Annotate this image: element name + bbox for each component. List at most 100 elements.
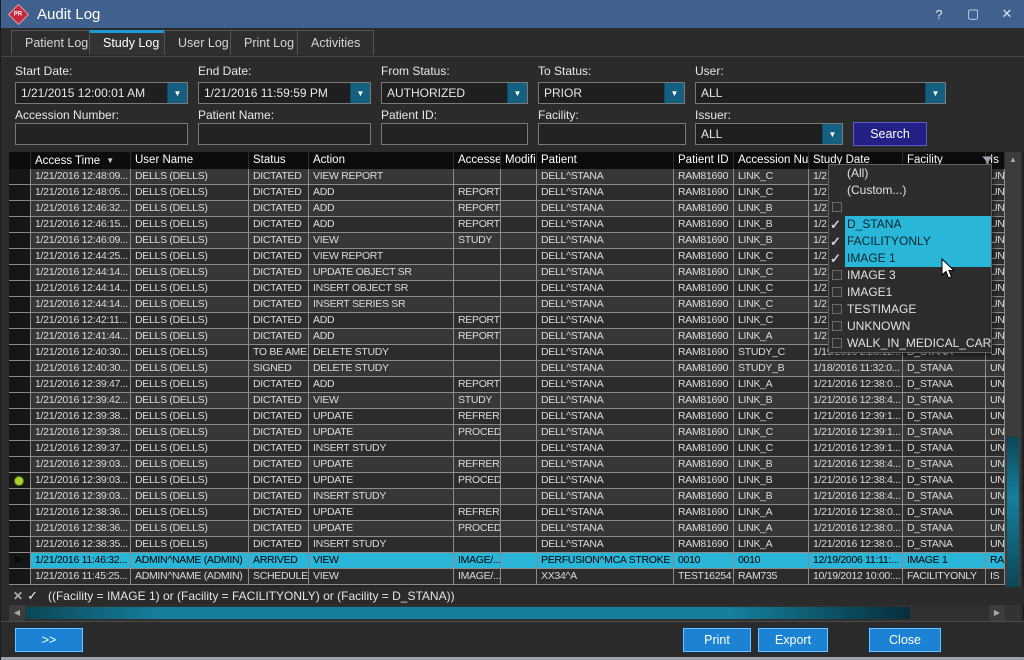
row-selector[interactable] [9,537,31,553]
column-header-user-name[interactable]: User Name [131,152,249,169]
table-row[interactable]: 1/21/2016 12:38:35...DELLS (DELLS)DICTAT… [9,537,1005,553]
user-select[interactable]: ALL ▼ [695,82,946,104]
row-selector[interactable] [9,185,31,201]
filter-menu-item-blank[interactable] [829,199,991,216]
tab-activities[interactable]: Activities [297,30,374,55]
checkbox-empty-icon[interactable] [832,304,842,314]
row-selector[interactable] [9,441,31,457]
to-status-select[interactable]: PRIOR ▼ [538,82,685,104]
scroll-left-icon[interactable]: ◀ [9,605,25,621]
filter-menu-item--custom-[interactable]: (Custom...) [829,182,991,199]
checkbox-empty-icon[interactable] [832,270,842,280]
row-selector[interactable] [9,233,31,249]
column-header-access-time[interactable]: Access Time▼ [31,152,131,169]
help-icon[interactable]: ? [931,7,947,22]
start-date-field[interactable]: 1/21/2015 12:00:01 AM ▼ [15,82,188,104]
search-button[interactable]: Search [853,122,927,146]
chevron-down-icon[interactable]: ▼ [822,124,842,144]
end-date-field[interactable]: 1/21/2016 11:59:59 PM ▼ [198,82,371,104]
row-selector[interactable] [9,473,31,489]
horizontal-scroll-thumb[interactable] [26,607,910,619]
row-selector[interactable] [9,425,31,441]
table-row[interactable]: 1/21/2016 12:39:38...DELLS (DELLS)DICTAT… [9,409,1005,425]
facility-input[interactable] [538,123,686,145]
checkbox-empty-icon[interactable] [832,321,842,331]
filter-menu-item--all-[interactable]: (All) [829,165,991,182]
column-header-action[interactable]: Action [309,152,454,169]
checkbox-empty-icon[interactable] [832,287,842,297]
row-selector[interactable] [9,569,31,585]
row-selector[interactable] [9,201,31,217]
horizontal-scrollbar[interactable]: ◀ ▶ [9,605,1005,621]
scroll-up-icon[interactable]: ▲ [1005,152,1021,168]
filter-menu-item-testimage[interactable]: TESTIMAGE [829,301,991,318]
print-button[interactable]: Print [683,628,751,652]
close-button[interactable]: Close [869,628,941,652]
chevron-down-icon[interactable]: ▼ [350,83,370,103]
chevron-down-icon[interactable]: ▼ [664,83,684,103]
column-header-modified[interactable]: Modifie [501,152,537,169]
expand-button[interactable]: >> [15,628,83,652]
row-selector[interactable] [9,249,31,265]
filter-menu-item-facilityonly[interactable]: ✓FACILITYONLY [829,233,991,250]
table-row[interactable]: 1/21/2016 12:39:47...DELLS (DELLS)DICTAT… [9,377,1005,393]
clear-filter-icon[interactable]: ✕ [13,589,23,603]
row-selector[interactable] [9,169,31,185]
column-header-accession-nu[interactable]: Accession Nu [734,152,809,169]
row-selector[interactable] [9,521,31,537]
filter-menu-item-d-stana[interactable]: ✓D_STANA [829,216,991,233]
column-header-rowhdr[interactable] [9,152,31,169]
table-row[interactable]: 1/21/2016 12:39:03...DELLS (DELLS)DICTAT… [9,457,1005,473]
row-selector[interactable] [9,377,31,393]
table-row[interactable]: 1/21/2016 12:38:36...DELLS (DELLS)DICTAT… [9,505,1005,521]
patient-name-input[interactable] [198,123,371,145]
table-row[interactable]: 1/21/2016 12:39:42...DELLS (DELLS)DICTAT… [9,393,1005,409]
vertical-scrollbar[interactable]: ▲ ▼ [1005,152,1021,605]
row-selector[interactable] [9,553,31,569]
row-selector[interactable] [9,297,31,313]
column-header-patient[interactable]: Patient [537,152,674,169]
table-row[interactable]: 1/21/2016 11:45:25...ADMIN^NAME (ADMIN)S… [9,569,1005,585]
table-row[interactable]: 1/21/2016 12:40:30...DELLS (DELLS)SIGNED… [9,361,1005,377]
table-row[interactable]: 1/21/2016 12:38:36...DELLS (DELLS)DICTAT… [9,521,1005,537]
filter-menu-item-unknown[interactable]: UNKNOWN [829,318,991,335]
row-selector[interactable] [9,281,31,297]
patient-id-input[interactable] [381,123,528,145]
table-row[interactable]: 1/21/2016 12:39:38...DELLS (DELLS)DICTAT… [9,425,1005,441]
chevron-down-icon[interactable]: ▼ [925,83,945,103]
accession-number-input[interactable] [15,123,188,145]
tab-study-log[interactable]: Study Log [89,30,173,55]
row-selector[interactable] [9,393,31,409]
row-selector[interactable] [9,313,31,329]
row-selector[interactable] [9,505,31,521]
table-row[interactable]: 1/21/2016 11:46:32...ADMIN^NAME (ADMIN)A… [9,553,1005,569]
from-status-select[interactable]: AUTHORIZED ▼ [381,82,528,104]
export-button[interactable]: Export [758,628,828,652]
table-row[interactable]: 1/21/2016 12:39:37...DELLS (DELLS)DICTAT… [9,441,1005,457]
row-selector[interactable] [9,489,31,505]
close-icon[interactable]: ✕ [999,6,1015,22]
row-selector[interactable] [9,265,31,281]
filter-menu-item-image-3[interactable]: IMAGE 3 [829,267,991,284]
filter-menu-item-image1[interactable]: IMAGE1 [829,284,991,301]
row-selector[interactable] [9,457,31,473]
table-row[interactable]: 1/21/2016 12:39:03...DELLS (DELLS)DICTAT… [9,473,1005,489]
maximize-icon[interactable]: ▢ [965,6,981,22]
row-selector[interactable] [9,345,31,361]
vertical-scroll-thumb[interactable] [1007,437,1019,588]
column-header-patient-id[interactable]: Patient ID [674,152,734,169]
column-header-accessed[interactable]: Accesse [454,152,501,169]
checkbox-empty-icon[interactable] [832,338,842,348]
chevron-down-icon[interactable]: ▼ [167,83,187,103]
scroll-right-icon[interactable]: ▶ [989,605,1005,621]
chevron-down-icon[interactable]: ▼ [507,83,527,103]
row-selector[interactable] [9,329,31,345]
row-selector[interactable] [9,409,31,425]
filter-menu-item-walk-in-medical-care[interactable]: WALK_IN_MEDICAL_CARE [829,335,991,352]
filter-menu-item-image-1[interactable]: ✓IMAGE 1 [829,250,991,267]
apply-filter-icon[interactable]: ✓ [27,588,38,604]
column-header-status[interactable]: Status [249,152,309,169]
row-selector[interactable] [9,361,31,377]
issuer-select[interactable]: ALL ▼ [695,123,843,145]
checkbox-empty-icon[interactable] [832,202,842,212]
